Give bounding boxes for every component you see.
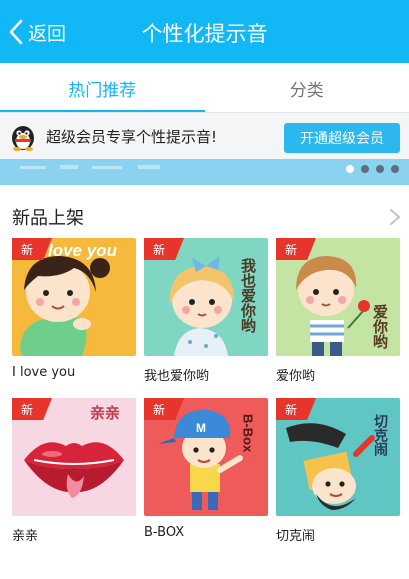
ringtone-title: 亲亲 xyxy=(12,529,39,544)
tab-bar: 热门推荐 分类 xyxy=(0,63,409,113)
page-title: 个性化提示音 xyxy=(141,22,268,46)
ringtone-card[interactable]: 亲亲 新 亲亲 xyxy=(12,398,136,546)
art-text: 亲亲 xyxy=(90,404,120,422)
ringtone-title: B-BOX xyxy=(144,525,185,540)
ringtone-card[interactable]: 我也爱你哟 新 我也爱你哟 xyxy=(144,238,268,386)
vip-banner[interactable]: 超级会员专享个性提示音! 开通超级会员 xyxy=(0,113,409,185)
banner-decoration xyxy=(20,165,160,169)
ringtone-card[interactable]: 爱你哟 新 爱你哟 xyxy=(276,238,400,386)
ringtone-card[interactable]: B-Box M 新 B-BOX xyxy=(144,398,268,546)
ringtone-title: I love you xyxy=(12,365,76,380)
ringtone-card[interactable]: love you 新 I love you xyxy=(12,238,136,386)
carousel-dot[interactable] xyxy=(391,165,399,173)
qq-penguin-icon xyxy=(12,126,34,151)
section-title: 新品上架 xyxy=(12,208,84,229)
art-text: 切克闹 xyxy=(372,414,388,457)
open-super-vip-button[interactable]: 开通超级会员 xyxy=(284,123,400,153)
svg-text:M: M xyxy=(196,421,206,435)
art-text: 爱你哟 xyxy=(371,303,389,350)
carousel-dot[interactable] xyxy=(361,165,369,173)
art-text: B-Box xyxy=(241,414,256,453)
banner-text: 超级会员专享个性提示音! xyxy=(46,128,218,146)
ringtone-card[interactable]: 切克闹 新 切克闹 xyxy=(276,398,400,546)
tab-hot-recommend[interactable]: 热门推荐 xyxy=(0,63,205,113)
ringtone-title: 切克闹 xyxy=(276,529,316,544)
carousel-dot[interactable] xyxy=(346,165,354,173)
title-bar: 返回 个性化提示音 xyxy=(0,0,409,63)
tab-category[interactable]: 分类 xyxy=(205,63,409,113)
carousel-dot[interactable] xyxy=(376,165,384,173)
art-text: 我也爱你哟 xyxy=(239,257,257,334)
ringtone-title: 我也爱你哟 xyxy=(144,369,210,384)
chevron-right-icon[interactable] xyxy=(389,208,401,226)
carousel-indicator xyxy=(346,165,399,173)
ringtone-title: 爱你哟 xyxy=(276,369,316,384)
